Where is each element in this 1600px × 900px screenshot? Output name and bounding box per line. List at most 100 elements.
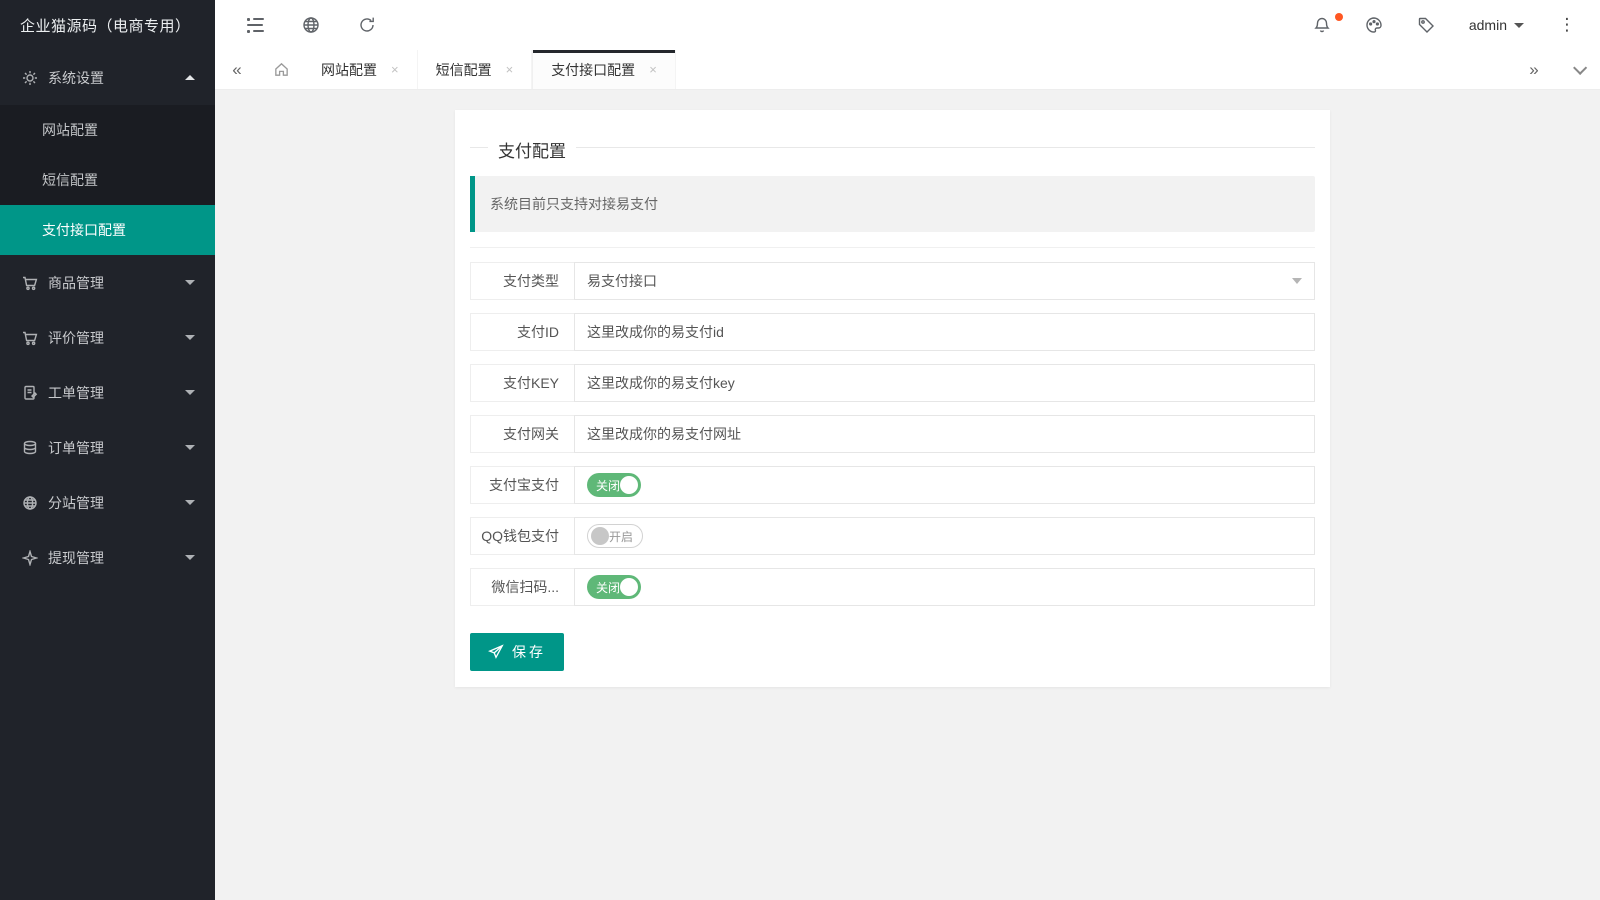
payment-config-card: 支付配置 系统目前只支持对接易支付 支付类型 易支付接口 支付ID 支付KEY bbox=[455, 110, 1330, 687]
form-row-pay-type: 支付类型 易支付接口 bbox=[470, 262, 1315, 300]
wechat-scan-toggle[interactable]: 关闭 bbox=[587, 575, 641, 599]
sub-item-label: 网站配置 bbox=[42, 120, 98, 140]
pay-key-input[interactable] bbox=[587, 375, 1302, 391]
field-label: 支付KEY bbox=[470, 364, 575, 402]
pay-gateway-input[interactable] bbox=[587, 426, 1302, 442]
input-wrap bbox=[574, 313, 1315, 351]
chevron-up-icon bbox=[185, 75, 195, 80]
sub-item-label: 支付接口配置 bbox=[42, 220, 126, 240]
page-title: 支付配置 bbox=[488, 137, 576, 162]
close-icon[interactable]: × bbox=[391, 62, 399, 77]
database-icon bbox=[22, 440, 38, 456]
notification-bell-icon[interactable] bbox=[1313, 16, 1331, 34]
selected-value: 易支付接口 bbox=[587, 271, 657, 291]
field-label: 支付ID bbox=[470, 313, 575, 351]
sidebar-item-reviews[interactable]: 评价管理 bbox=[0, 310, 215, 365]
sidebar-item-label: 评价管理 bbox=[48, 328, 104, 348]
chevron-down-icon bbox=[185, 280, 195, 285]
sidebar-item-label: 提现管理 bbox=[48, 548, 104, 568]
switch-label: 关闭 bbox=[596, 477, 620, 494]
chevron-down-icon bbox=[185, 445, 195, 450]
sidebar-item-site-config[interactable]: 网站配置 bbox=[0, 105, 215, 155]
chevron-down-icon bbox=[1514, 23, 1524, 28]
header-left-actions bbox=[215, 16, 376, 34]
username: admin bbox=[1469, 17, 1507, 33]
switch-wrap: 关闭 bbox=[574, 466, 1315, 504]
switch-knob bbox=[591, 527, 609, 545]
sub-item-label: 短信配置 bbox=[42, 170, 98, 190]
sidebar-item-label: 系统设置 bbox=[48, 68, 104, 88]
form-row-qq-wallet: QQ钱包支付 开启 bbox=[470, 517, 1315, 555]
globe-icon bbox=[22, 495, 38, 511]
form-row-alipay: 支付宝支付 关闭 bbox=[470, 466, 1315, 504]
sidebar-item-substations[interactable]: 分站管理 bbox=[0, 475, 215, 530]
header-right-actions: admin ⋮ bbox=[1313, 16, 1600, 34]
collapse-sidebar-icon[interactable] bbox=[247, 18, 264, 33]
field-label: QQ钱包支付 bbox=[470, 517, 575, 555]
qq-wallet-toggle[interactable]: 开启 bbox=[587, 524, 643, 548]
field-label: 微信扫码... bbox=[470, 568, 575, 606]
tab-site-config[interactable]: 网站配置 × bbox=[303, 50, 418, 89]
sidebar-item-label: 工单管理 bbox=[48, 383, 104, 403]
sidebar-item-withdrawals[interactable]: 提现管理 bbox=[0, 530, 215, 585]
close-icon[interactable]: × bbox=[506, 62, 514, 77]
switch-label: 开启 bbox=[609, 528, 633, 545]
tab-options-icon[interactable] bbox=[1556, 50, 1600, 89]
switch-knob bbox=[620, 578, 638, 596]
form-row-pay-id: 支付ID bbox=[470, 313, 1315, 351]
sidebar-item-label: 商品管理 bbox=[48, 273, 104, 293]
switch-knob bbox=[620, 476, 638, 494]
tab-label: 网站配置 bbox=[321, 60, 377, 80]
system-settings-submenu: 网站配置 短信配置 支付接口配置 bbox=[0, 105, 215, 255]
refresh-icon[interactable] bbox=[358, 16, 376, 34]
input-wrap bbox=[574, 364, 1315, 402]
tabbar-right-controls: » bbox=[1512, 50, 1600, 89]
field-label: 支付网关 bbox=[470, 415, 575, 453]
save-button-label: 保存 bbox=[512, 642, 546, 662]
more-options-icon[interactable]: ⋮ bbox=[1558, 16, 1576, 34]
tab-bar: « 网站配置 × 短信配置 × 支付接口配置 × » bbox=[215, 50, 1600, 90]
form-row-wechat-scan: 微信扫码... 关闭 bbox=[470, 568, 1315, 606]
user-menu[interactable]: admin bbox=[1469, 17, 1524, 33]
alipay-toggle[interactable]: 关闭 bbox=[587, 473, 641, 497]
chevron-down-icon bbox=[185, 335, 195, 340]
scroll-tabs-right-icon[interactable]: » bbox=[1512, 50, 1556, 89]
plane-icon bbox=[22, 550, 38, 566]
cart-icon bbox=[22, 275, 38, 291]
save-button[interactable]: 保存 bbox=[470, 633, 564, 671]
main-content: 支付配置 系统目前只支持对接易支付 支付类型 易支付接口 支付ID 支付KEY bbox=[215, 90, 1600, 900]
section-divider: 支付配置 bbox=[470, 147, 1315, 148]
theme-palette-icon[interactable] bbox=[1365, 16, 1383, 34]
sidebar-item-label: 分站管理 bbox=[48, 493, 104, 513]
sidebar-item-orders[interactable]: 订单管理 bbox=[0, 420, 215, 475]
chevron-down-icon bbox=[185, 390, 195, 395]
ticket-icon bbox=[22, 385, 38, 401]
gear-icon bbox=[22, 70, 38, 86]
tag-icon[interactable] bbox=[1417, 16, 1435, 34]
sidebar-item-label: 订单管理 bbox=[48, 438, 104, 458]
globe-icon[interactable] bbox=[302, 16, 320, 34]
switch-wrap: 开启 bbox=[574, 517, 1315, 555]
field-label: 支付宝支付 bbox=[470, 466, 575, 504]
input-wrap bbox=[574, 415, 1315, 453]
tab-sms-config[interactable]: 短信配置 × bbox=[418, 50, 533, 89]
scroll-tabs-left-icon[interactable]: « bbox=[215, 50, 259, 89]
divider bbox=[470, 247, 1315, 248]
sidebar-item-sms-config[interactable]: 短信配置 bbox=[0, 155, 215, 205]
notice-banner: 系统目前只支持对接易支付 bbox=[470, 176, 1315, 232]
switch-wrap: 关闭 bbox=[574, 568, 1315, 606]
pay-id-input[interactable] bbox=[587, 324, 1302, 340]
home-tab[interactable] bbox=[259, 50, 303, 89]
sidebar-item-payment-config[interactable]: 支付接口配置 bbox=[0, 205, 215, 255]
tab-payment-config[interactable]: 支付接口配置 × bbox=[532, 50, 676, 89]
chevron-down-icon bbox=[1292, 278, 1302, 284]
chevron-down-icon bbox=[185, 500, 195, 505]
close-icon[interactable]: × bbox=[649, 62, 657, 77]
sidebar-item-system-settings[interactable]: 系统设置 bbox=[0, 50, 215, 105]
chevron-down-icon bbox=[185, 555, 195, 560]
sidebar-item-tickets[interactable]: 工单管理 bbox=[0, 365, 215, 420]
notification-badge bbox=[1335, 13, 1343, 21]
sidebar-item-goods[interactable]: 商品管理 bbox=[0, 255, 215, 310]
app-logo: 企业猫源码（电商专用） bbox=[0, 0, 215, 50]
pay-type-select[interactable]: 易支付接口 bbox=[574, 262, 1315, 300]
